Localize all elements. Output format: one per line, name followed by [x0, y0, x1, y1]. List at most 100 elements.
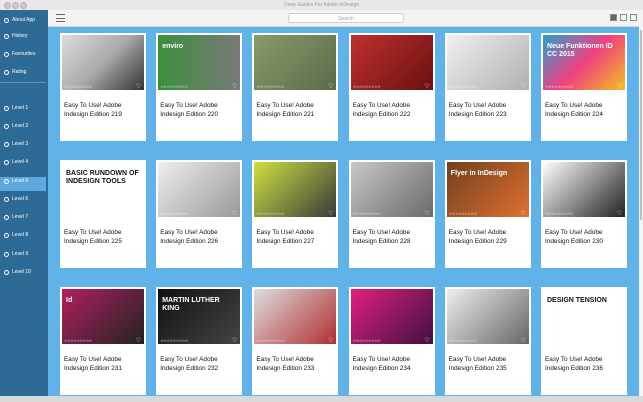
edition-card[interactable]: Flyer in InDesign ☆☆☆☆☆☆☆☆☆ ♡ Easy To Use! …: [444, 160, 531, 268]
rating-stars: ☆☆☆☆☆☆☆☆☆: [64, 84, 92, 89]
edition-card[interactable]: ☆☆☆☆☆☆☆☆☆ ♡ Easy To Use! Adobe Indesign Ed…: [60, 33, 146, 141]
edition-title: Easy To Use! Adobe Indesign Edition 219: [64, 102, 122, 118]
view-toggle-icon[interactable]: [630, 14, 637, 21]
edition-card[interactable]: ☆☆☆☆☆☆☆☆☆ ♡ Easy To Use! Adobe Indesign Ed…: [541, 160, 627, 268]
edition-title: Easy To Use! Adobe Indesign Edition 233: [256, 356, 315, 372]
sidebar-item-rating[interactable]: Rating: [0, 68, 46, 83]
edition-thumbnail: Id ☆☆☆☆☆☆☆☆☆ ♡: [62, 289, 144, 344]
favourite-heart-icon[interactable]: ♡: [520, 83, 525, 90]
favourite-heart-icon[interactable]: ♡: [136, 337, 141, 344]
edition-thumbnail: DESIGN TENSION ☆☆☆☆☆☆☆☆☆ ♡: [543, 289, 625, 344]
rating-stars: ☆☆☆☆☆☆☆☆☆: [64, 338, 92, 343]
rating-stars: ☆☆☆☆☆☆☆☆☆: [448, 84, 477, 89]
edition-card[interactable]: ☆☆☆☆☆☆☆☆☆ ♡ Easy To Use! Adobe Indesign Ed…: [156, 160, 243, 268]
favourite-heart-icon[interactable]: ♡: [520, 210, 525, 217]
sidebar-item-history[interactable]: History: [0, 32, 46, 46]
sidebar-item-level-6[interactable]: Level 6: [0, 195, 46, 209]
sidebar-item-favourites[interactable]: Favourites: [0, 50, 46, 64]
sidebar-item-label: Level 2: [12, 123, 29, 129]
edition-thumbnail: ☆☆☆☆☆☆☆☆☆ ♡: [158, 162, 241, 217]
favourite-heart-icon[interactable]: ♡: [328, 337, 333, 344]
edition-card[interactable]: ☆☆☆☆☆☆☆☆☆ ♡ Easy To Use! Adobe Indesign Ed…: [252, 287, 339, 395]
sidebar-item-label: Level 7: [12, 214, 29, 220]
rating-stars: ☆☆☆☆☆☆☆☆☆: [352, 84, 381, 89]
edition-title: Easy To Use! Adobe Indesign Edition 221: [256, 102, 315, 118]
level-icon: [4, 197, 9, 202]
edition-title: Easy To Use! Adobe Indesign Edition 232: [160, 356, 219, 372]
sidebar-item-label: History: [12, 33, 28, 39]
favourite-heart-icon[interactable]: ♡: [617, 83, 622, 90]
thumbnail-text: Flyer in InDesign: [450, 170, 508, 177]
rating-stars: ☆☆☆☆☆☆☆☆☆: [256, 84, 285, 89]
favourite-heart-icon[interactable]: ♡: [520, 337, 525, 344]
edition-title: Easy To Use! Adobe Indesign Edition 228: [352, 229, 411, 245]
sidebar-item-level-4[interactable]: Level 4: [0, 158, 46, 172]
favourite-heart-icon[interactable]: ♡: [136, 83, 141, 90]
sidebar-item-level-1[interactable]: Level 1: [0, 104, 46, 118]
level-icon: [4, 252, 9, 257]
favourite-heart-icon[interactable]: ♡: [232, 83, 237, 90]
edition-card[interactable]: ☆☆☆☆☆☆☆☆☆ ♡ Easy To Use! Adobe Indesign Ed…: [348, 287, 435, 395]
sidebar-item-label: Level 5: [12, 178, 29, 184]
sidebar-item-about-app[interactable]: About App: [0, 16, 46, 30]
edition-card[interactable]: ☆☆☆☆☆☆☆☆☆ ♡ Easy To Use! Adobe Indesign Ed…: [348, 160, 435, 268]
sidebar-item-level-3[interactable]: Level 3: [0, 140, 46, 154]
sidebar-item-level-9[interactable]: Level 9: [0, 250, 46, 264]
favourite-heart-icon[interactable]: ♡: [232, 210, 237, 217]
favourite-heart-icon[interactable]: ♡: [328, 210, 333, 217]
rating-stars: ☆☆☆☆☆☆☆☆☆: [256, 211, 285, 216]
level-icon: [4, 124, 9, 129]
favourite-heart-icon[interactable]: ♡: [328, 83, 333, 90]
favourite-heart-icon[interactable]: ♡: [232, 337, 237, 344]
menu-icon[interactable]: [56, 14, 65, 22]
search-input[interactable]: Search: [288, 13, 404, 23]
favourite-heart-icon[interactable]: ♡: [424, 337, 429, 344]
star-icon: [4, 70, 9, 75]
favourite-heart-icon[interactable]: ♡: [617, 210, 622, 217]
rating-stars: ☆☆☆☆☆☆☆☆☆: [160, 211, 188, 216]
favourite-heart-icon[interactable]: ♡: [617, 337, 622, 344]
sidebar-item-level-8[interactable]: Level 8: [0, 231, 46, 245]
thumbnail-text: MARTIN LUTHER KING: [162, 297, 220, 312]
edition-card[interactable]: Id ☆☆☆☆☆☆☆☆☆ ♡ Easy To Use! Adobe Indesign …: [60, 287, 146, 395]
level-icon: [4, 160, 9, 165]
edition-card[interactable]: ☆☆☆☆☆☆☆☆☆ ♡ Easy To Use! Adobe Indesign Ed…: [252, 160, 339, 268]
rating-stars: ☆☆☆☆☆☆☆☆☆: [256, 338, 285, 343]
rating-stars: ☆☆☆☆☆☆☆☆☆: [64, 211, 92, 216]
favourite-heart-icon[interactable]: ♡: [136, 210, 141, 217]
sidebar-item-label: Rating: [12, 69, 27, 75]
sidebar-item-label: Level 10: [12, 269, 31, 275]
edition-card[interactable]: ☆☆☆☆☆☆☆☆☆ ♡ Easy To Use! Adobe Indesign Ed…: [444, 287, 531, 395]
favourite-heart-icon[interactable]: ♡: [424, 83, 429, 90]
edition-card[interactable]: ☆☆☆☆☆☆☆☆☆ ♡ Easy To Use! Adobe Indesign Ed…: [252, 33, 339, 141]
heart-icon: [4, 52, 9, 57]
edition-title: Easy To Use! Adobe Indesign Edition 220: [160, 102, 219, 118]
edition-thumbnail: Flyer in InDesign ☆☆☆☆☆☆☆☆☆ ♡: [446, 162, 529, 217]
rating-stars: ☆☆☆☆☆☆☆☆☆: [545, 84, 573, 89]
sidebar-item-level-10[interactable]: Level 10: [0, 268, 46, 282]
edition-card[interactable]: BASIC RUNDOWN OF INDESIGN TOOLS ☆☆☆☆☆☆☆☆☆…: [60, 160, 146, 268]
edition-title: Easy To Use! Adobe Indesign Edition 236: [545, 356, 603, 372]
edition-title: Easy To Use! Adobe Indesign Edition 224: [545, 102, 603, 118]
scrollbar[interactable]: [639, 26, 643, 396]
favourite-heart-icon[interactable]: ♡: [424, 210, 429, 217]
edition-card[interactable]: DESIGN TENSION ☆☆☆☆☆☆☆☆☆ ♡ Easy To Use! Ado…: [541, 287, 627, 395]
sidebar-item-label: Level 8: [12, 232, 29, 238]
edition-card[interactable]: MARTIN LUTHER KING ☆☆☆☆☆☆☆☆☆ ♡ Easy To Use!…: [156, 287, 243, 395]
sidebar-item-label: Level 3: [12, 141, 29, 147]
edition-card[interactable]: ☆☆☆☆☆☆☆☆☆ ♡ Easy To Use! Adobe Indesign Ed…: [444, 33, 531, 141]
level-icon: [4, 270, 9, 275]
edition-thumbnail: ☆☆☆☆☆☆☆☆☆ ♡: [350, 289, 433, 344]
edition-thumbnail: ☆☆☆☆☆☆☆☆☆ ♡: [543, 162, 625, 217]
list-view-icon[interactable]: [620, 14, 627, 21]
edition-card[interactable]: enviro ☆☆☆☆☆☆☆☆☆ ♡ Easy To Use! Adobe Indes…: [156, 33, 243, 141]
sidebar-item-level-2[interactable]: Level 2: [0, 122, 46, 136]
edition-card[interactable]: Neue Funktionen ID CC 2015 ☆☆☆☆☆☆☆☆☆ ♡ Easy…: [541, 33, 627, 141]
sidebar-item-label: Level 1: [12, 105, 29, 111]
sidebar: About App History Favourites Rating Level 1 L…: [0, 10, 48, 396]
edition-card[interactable]: ☆☆☆☆☆☆☆☆☆ ♡ Easy To Use! Adobe Indesign Ed…: [348, 33, 435, 141]
info-icon: [4, 18, 9, 23]
sidebar-item-level-5[interactable]: Level 5: [0, 177, 46, 191]
grid-view-icon[interactable]: [610, 14, 617, 21]
sidebar-item-level-7[interactable]: Level 7: [0, 213, 46, 227]
